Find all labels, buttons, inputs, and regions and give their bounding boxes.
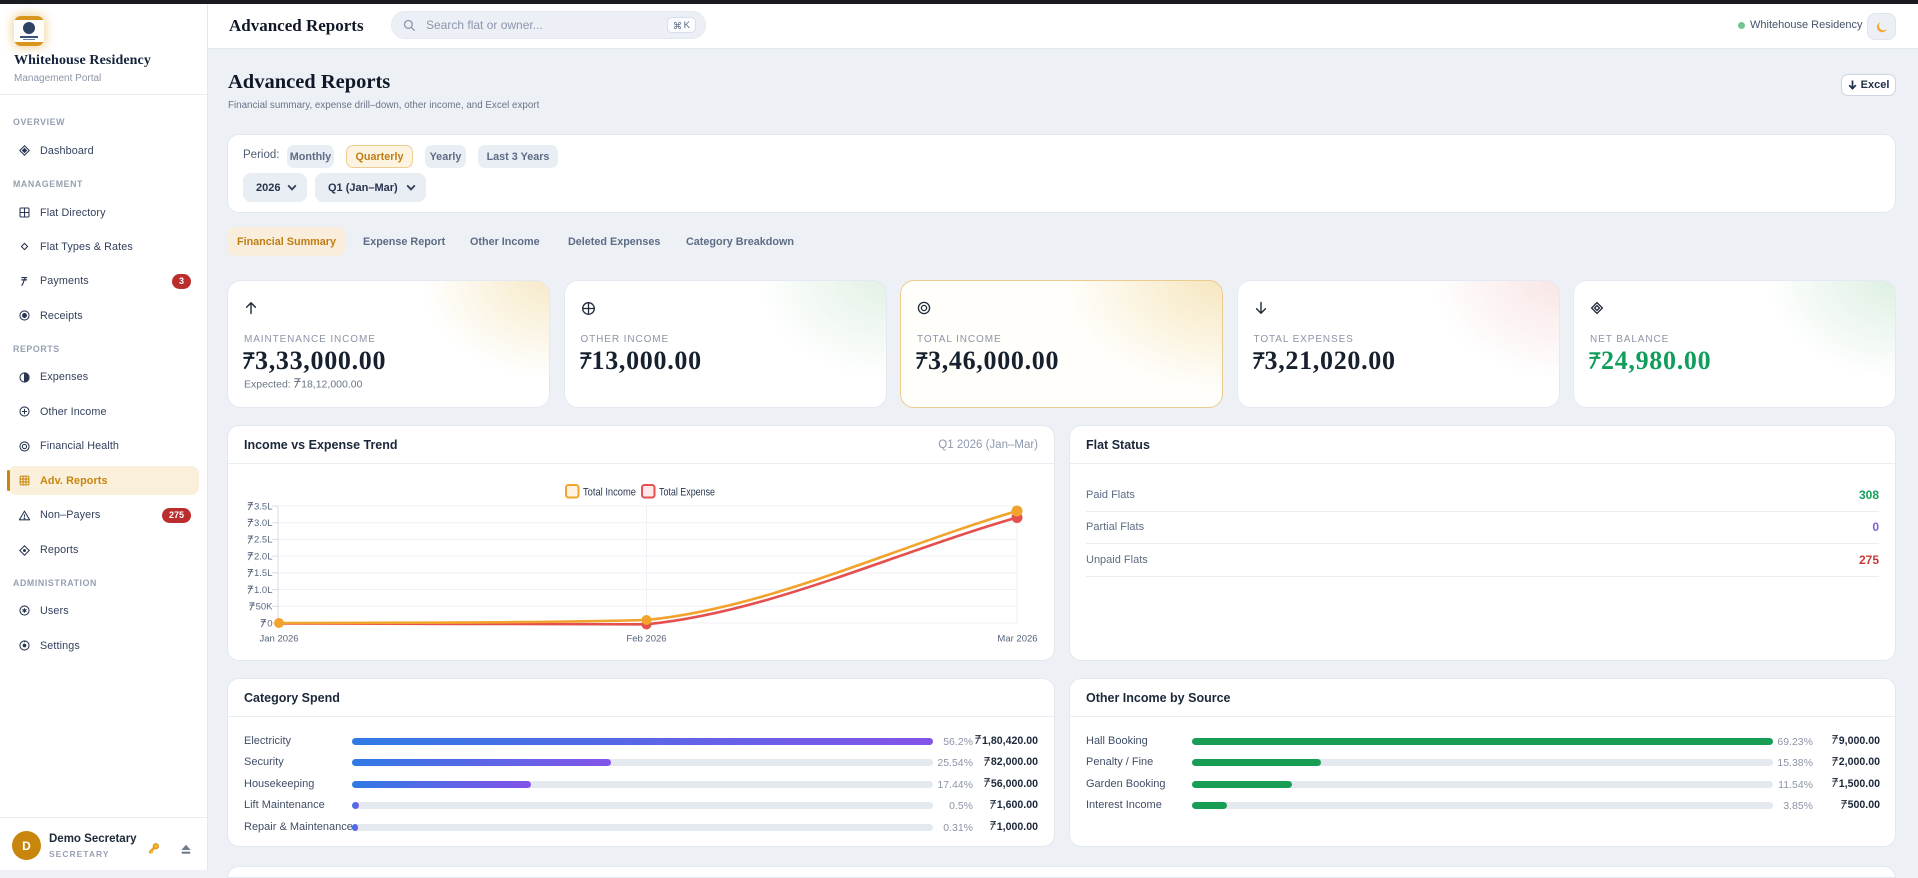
svg-text:2.0L: 2.0L bbox=[254, 551, 273, 562]
svg-text:Total Expense: Total Expense bbox=[659, 487, 715, 499]
svg-text:3.0L: 3.0L bbox=[254, 518, 273, 529]
svg-text:2.5L: 2.5L bbox=[254, 535, 273, 546]
svg-text:1.0L: 1.0L bbox=[254, 585, 273, 596]
svg-text:Total Income: Total Income bbox=[583, 487, 636, 499]
svg-text:0: 0 bbox=[267, 618, 272, 629]
svg-text:Jan 2026: Jan 2026 bbox=[260, 634, 299, 645]
svg-text:50K: 50K bbox=[256, 602, 274, 613]
svg-text:Mar 2026: Mar 2026 bbox=[997, 634, 1037, 645]
svg-text:Feb 2026: Feb 2026 bbox=[626, 634, 666, 645]
svg-text:3.5L: 3.5L bbox=[254, 501, 273, 512]
svg-text:1.5L: 1.5L bbox=[254, 568, 273, 579]
